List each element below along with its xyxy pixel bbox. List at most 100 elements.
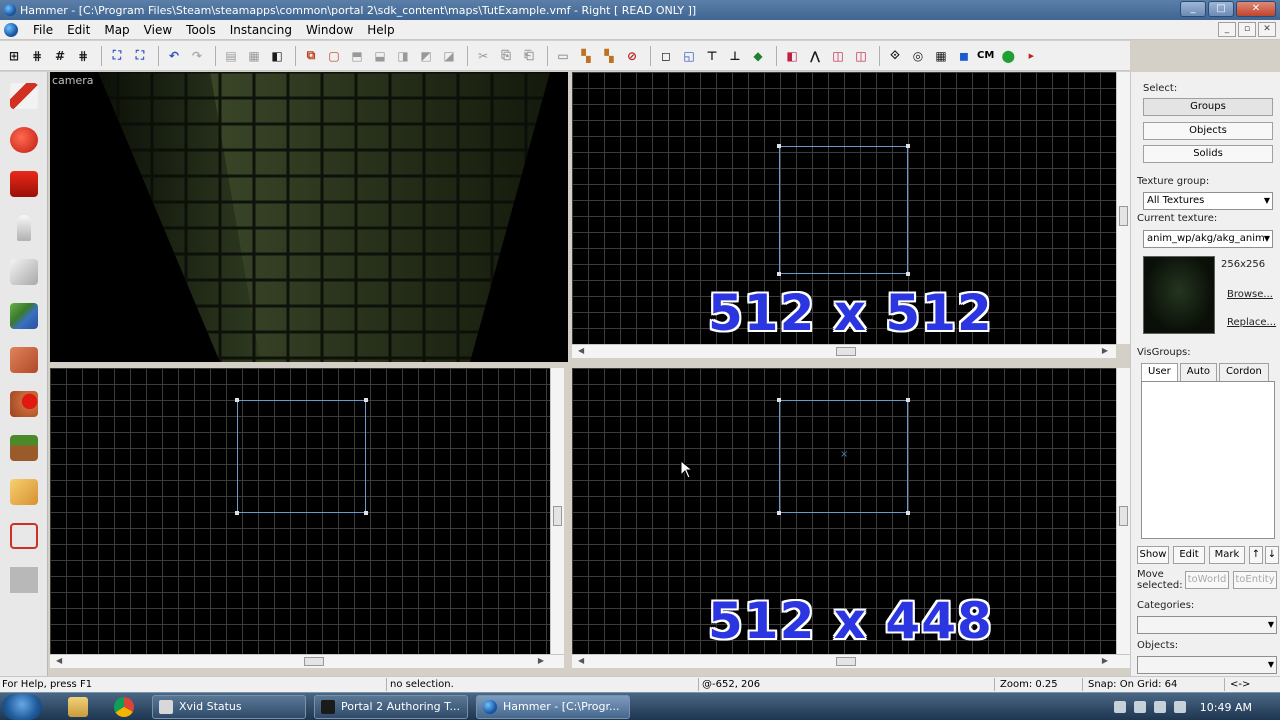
apply-texture-button[interactable] <box>4 340 44 380</box>
decal-tool-button[interactable] <box>4 384 44 424</box>
scroll-thumb[interactable] <box>1119 506 1128 526</box>
brush-handle[interactable] <box>777 144 781 148</box>
cut-icon[interactable]: ✂ <box>473 46 493 66</box>
document-icon[interactable] <box>4 22 18 37</box>
vertex-tool-button[interactable] <box>4 516 44 556</box>
brush-handle[interactable] <box>364 511 368 515</box>
task-xvid-status[interactable]: Xvid Status <box>152 695 306 719</box>
save-window-state-icon[interactable]: ⛶ <box>130 46 150 66</box>
create-prefab-icon[interactable]: ⋀ <box>805 46 825 66</box>
ignore-grouping-icon[interactable]: ◧ <box>267 46 287 66</box>
clock[interactable]: 10:49 AM <box>1200 701 1252 714</box>
front-viewport-vscroll[interactable] <box>550 368 564 654</box>
select-groups-button[interactable]: Groups <box>1143 98 1273 116</box>
action-center-icon[interactable] <box>1133 701 1146 713</box>
mdi-close-button[interactable]: ✕ <box>1258 22 1276 37</box>
align-top-icon[interactable]: ⊤ <box>702 46 722 66</box>
entity-tool-button[interactable] <box>4 208 44 248</box>
top-viewport-hscroll[interactable]: ◀ ▶ <box>572 344 1116 358</box>
scroll-left-arrow[interactable]: ◀ <box>578 346 584 355</box>
block-tool-button[interactable] <box>4 252 44 292</box>
load-window-state-icon[interactable]: ⛶ <box>107 46 127 66</box>
menu-file[interactable]: File <box>26 20 60 40</box>
move-to-world-icon[interactable]: ◫ <box>851 46 871 66</box>
carve-icon[interactable]: ▭ <box>553 46 573 66</box>
close-button[interactable]: ✕ <box>1236 1 1276 17</box>
side-2d-viewport[interactable]: × 512 x 448 <box>572 368 1116 654</box>
move-up-button[interactable]: ↑ <box>1249 546 1263 564</box>
menu-tools[interactable]: Tools <box>179 20 223 40</box>
to-world-button[interactable]: toWorld <box>1185 571 1229 589</box>
grid-larger-icon[interactable]: # <box>50 46 70 66</box>
move-down-button[interactable]: ↓ <box>1265 546 1279 564</box>
menu-edit[interactable]: Edit <box>60 20 97 40</box>
explorer-icon[interactable] <box>68 697 88 717</box>
front-2d-viewport[interactable] <box>50 368 550 654</box>
scroll-thumb[interactable] <box>1119 206 1128 226</box>
paste-icon[interactable]: ⎗ <box>519 46 539 66</box>
scroll-thumb[interactable] <box>553 506 562 526</box>
tab-user[interactable]: User <box>1141 363 1178 381</box>
brush-handle[interactable] <box>235 398 239 402</box>
move-to-visgroup-icon[interactable]: ◨ <box>393 46 413 66</box>
magnify-tool-button[interactable] <box>4 120 44 160</box>
front-viewport-hscroll[interactable]: ◀ ▶ <box>50 654 564 668</box>
brush-handle[interactable] <box>777 272 781 276</box>
check-problems-icon[interactable]: ◎ <box>908 46 928 66</box>
scroll-left-arrow[interactable]: ◀ <box>578 656 584 665</box>
network-icon[interactable] <box>1153 701 1166 713</box>
menu-map[interactable]: Map <box>97 20 136 40</box>
menu-window[interactable]: Window <box>299 20 360 40</box>
copy-icon[interactable]: ⎘ <box>496 46 516 66</box>
volume-icon[interactable] <box>1173 701 1186 713</box>
grid-toggle-icon[interactable]: ⊞ <box>4 46 24 66</box>
show-button[interactable]: Show <box>1137 546 1169 564</box>
menu-instancing[interactable]: Instancing <box>223 20 299 40</box>
redo-icon[interactable]: ↷ <box>187 46 207 66</box>
tab-auto[interactable]: Auto <box>1179 363 1218 381</box>
texture-group-select[interactable]: All Textures ▼ <box>1143 192 1273 210</box>
scroll-thumb[interactable] <box>836 657 856 666</box>
select-by-handles-icon[interactable]: ◱ <box>679 46 699 66</box>
brush-handle[interactable] <box>906 398 910 402</box>
menu-help[interactable]: Help <box>360 20 401 40</box>
grid-3d-icon[interactable]: ⋕ <box>73 46 93 66</box>
texture-scale-lock-icon[interactable]: ⊘ <box>622 46 642 66</box>
group-icon[interactable]: ▤ <box>221 46 241 66</box>
clipping-tool-button[interactable] <box>4 472 44 512</box>
hide-selected-icon[interactable]: ⧉ <box>301 46 321 66</box>
scroll-right-arrow[interactable]: ▶ <box>1102 656 1108 665</box>
camera-viewport[interactable]: camera <box>50 72 568 362</box>
mdi-restore-button[interactable]: ▫ <box>1238 22 1256 37</box>
hide-objects-icon[interactable]: ◪ <box>439 46 459 66</box>
current-texture-select[interactable]: anim_wp/akg/akg_anim ▼ <box>1143 230 1273 248</box>
maximize-button[interactable]: □ <box>1208 1 1234 17</box>
show-all-icon[interactable]: ⬓ <box>370 46 390 66</box>
path-tool-button[interactable] <box>4 560 44 600</box>
entity-report-icon[interactable]: ⟐ <box>885 46 905 66</box>
map-properties-icon[interactable]: ▦ <box>931 46 951 66</box>
selection-tool-button[interactable] <box>4 76 44 116</box>
make-hollow-icon[interactable]: ▚ <box>576 46 596 66</box>
menu-view[interactable]: View <box>137 20 179 40</box>
brush-handle[interactable] <box>906 511 910 515</box>
cordon-icon[interactable]: ◼ <box>954 46 974 66</box>
brush-handle[interactable] <box>906 272 910 276</box>
top-viewport-vscroll[interactable] <box>1116 72 1130 344</box>
texture-lock-icon[interactable]: ▚ <box>599 46 619 66</box>
brush-handle[interactable] <box>777 511 781 515</box>
align-bottom-icon[interactable]: ⊥ <box>725 46 745 66</box>
hide-unselected-icon[interactable]: ⬒ <box>347 46 367 66</box>
start-button[interactable] <box>2 694 42 720</box>
scroll-right-arrow[interactable]: ▶ <box>538 656 544 665</box>
brush-handle[interactable] <box>906 144 910 148</box>
task-portal2-authoring[interactable]: Portal 2 Authoring T... <box>314 695 468 719</box>
replace-button[interactable]: Replace... <box>1227 317 1276 328</box>
cm-button[interactable]: CM <box>977 50 994 61</box>
minimize-button[interactable]: _ <box>1180 1 1206 17</box>
browse-button[interactable]: Browse... <box>1227 289 1273 300</box>
tab-cordon[interactable]: Cordon <box>1219 363 1269 381</box>
undo-icon[interactable]: ↶ <box>164 46 184 66</box>
scroll-thumb[interactable] <box>304 657 324 666</box>
edit-button[interactable]: Edit <box>1173 546 1205 564</box>
